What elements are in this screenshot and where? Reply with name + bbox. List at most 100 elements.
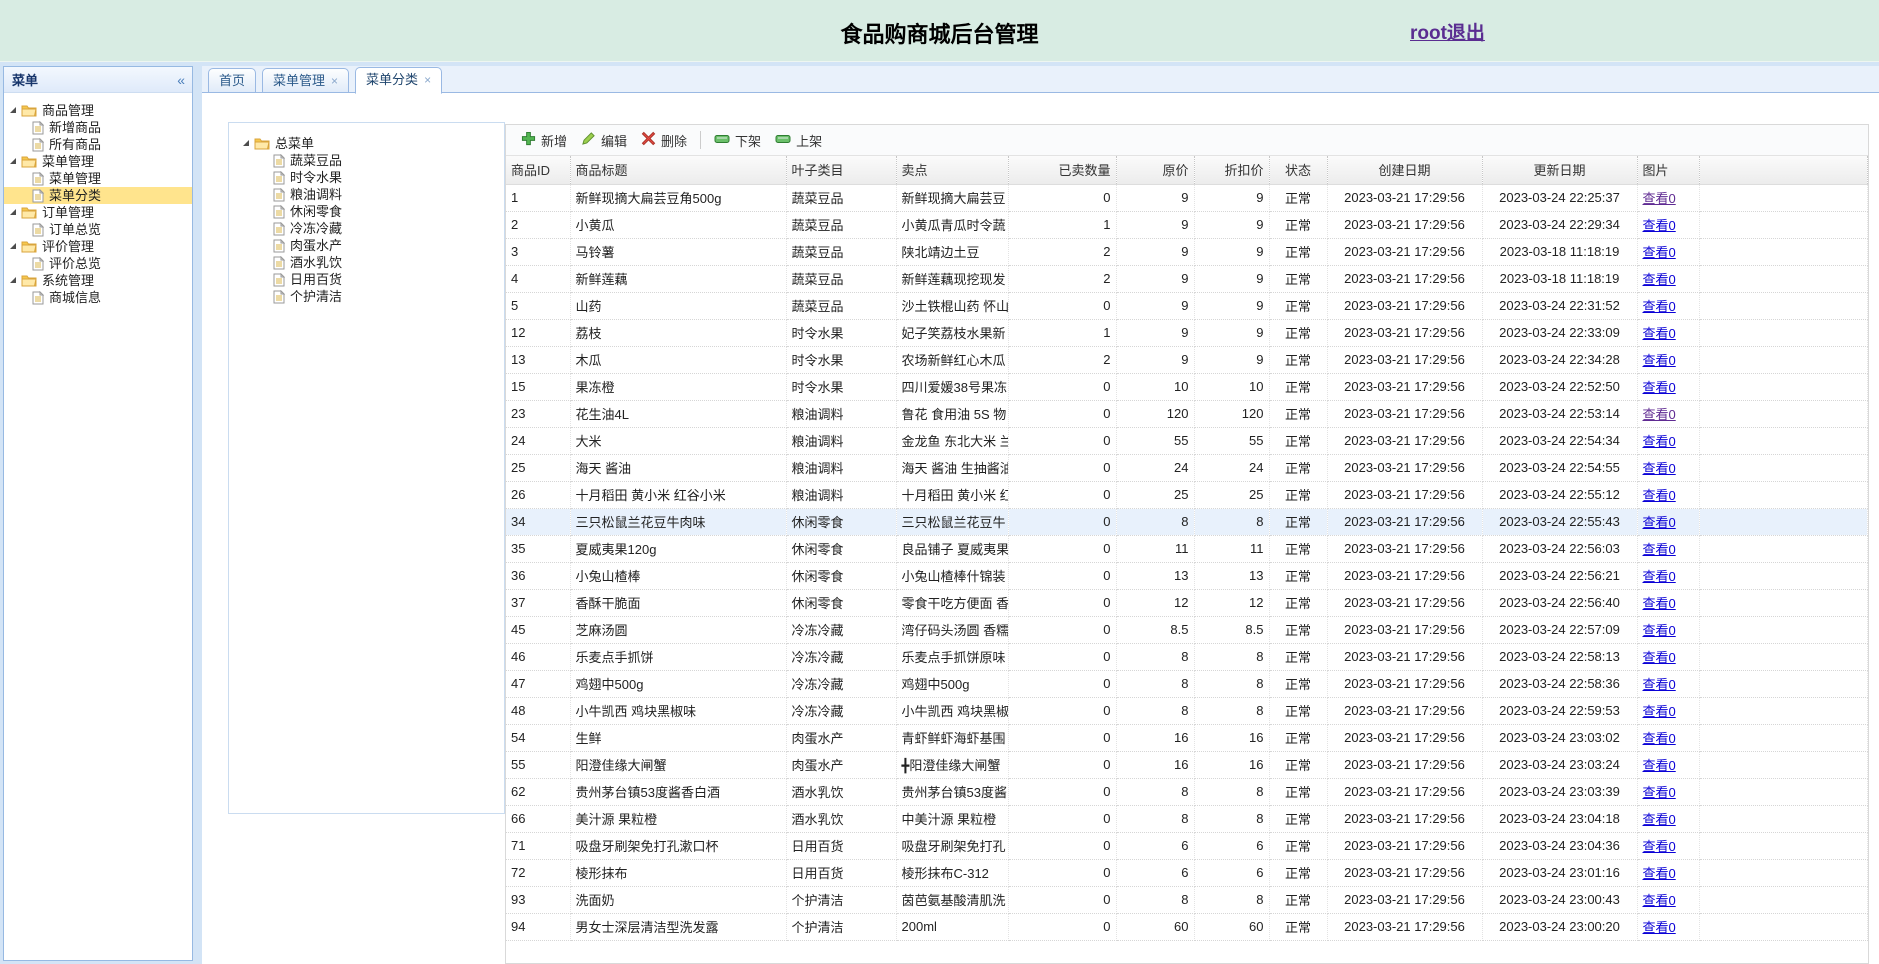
view-images-link[interactable]: 查看0 — [1643, 353, 1676, 368]
column-header-创建日期[interactable]: 创建日期 — [1327, 156, 1483, 185]
table-row[interactable]: 23 花生油4L 粮油调料 鲁花 食用油 5S 物 0 120 120 正常 2023-03-2… — [506, 400, 1868, 428]
table-row[interactable]: 66 美汁源 果粒橙 酒水乳饮 中美汁源 果粒橙 0 8 8 正常 2023-03-21 17:… — [506, 805, 1868, 833]
view-images-link[interactable]: 查看0 — [1643, 380, 1676, 395]
view-images-link[interactable]: 查看0 — [1643, 272, 1676, 287]
category-item-日用百货[interactable]: 日用百货 — [241, 271, 504, 288]
column-header-折扣价[interactable]: 折扣价 — [1194, 156, 1270, 185]
tab-菜单分类[interactable]: 菜单分类 × — [355, 67, 443, 94]
sidebar-folder-商品管理[interactable]: 商品管理 — [4, 102, 192, 119]
table-row[interactable]: 72 棱形抹布 日用百货 棱形抹布C-312 0 6 6 正常 2023-03-21 17:29… — [506, 859, 1868, 887]
table-row[interactable]: 45 芝麻汤圆 冷冻冷藏 湾仔码头汤圆 香糯 0 8.5 8.5 正常 2023-03-21 1… — [506, 616, 1868, 644]
column-header-原价[interactable]: 原价 — [1116, 156, 1195, 185]
view-images-link[interactable]: 查看0 — [1643, 893, 1676, 908]
category-item-粮油调料[interactable]: 粮油调料 — [241, 186, 504, 203]
view-images-link[interactable]: 查看0 — [1643, 812, 1676, 827]
view-images-link[interactable]: 查看0 — [1643, 515, 1676, 530]
view-images-link[interactable]: 查看0 — [1643, 677, 1676, 692]
table-row[interactable]: 34 三只松鼠兰花豆牛肉味 休闲零食 三只松鼠兰花豆牛 0 8 8 正常 2023-03-21 … — [506, 508, 1868, 536]
view-images-link[interactable]: 查看0 — [1643, 488, 1676, 503]
category-item-酒水乳饮[interactable]: 酒水乳饮 — [241, 254, 504, 271]
expand-arrow-icon[interactable] — [10, 106, 16, 113]
view-images-link[interactable]: 查看0 — [1643, 407, 1676, 422]
table-row[interactable]: 71 吸盘牙刷架免打孔漱口杯 日用百货 吸盘牙刷架免打孔 0 6 6 正常 2023-03-21… — [506, 832, 1868, 860]
expand-arrow-icon[interactable] — [10, 157, 16, 164]
sidebar-item-菜单分类[interactable]: 菜单分类 — [4, 187, 192, 204]
sidebar-folder-评价管理[interactable]: 评价管理 — [4, 238, 192, 255]
table-row[interactable]: 36 小兔山楂棒 休闲零食 小兔山楂棒什锦装 0 13 13 正常 2023-03-21 17:… — [506, 562, 1868, 590]
sidebar-item-评价总览[interactable]: 评价总览 — [4, 255, 192, 272]
category-item-冷冻冷藏[interactable]: 冷冻冷藏 — [241, 220, 504, 237]
tab-close-icon[interactable]: × — [424, 73, 431, 87]
table-row[interactable]: 12 荔枝 时令水果 妃子笑荔枝水果新 1 9 9 正常 2023-03-21 17:29:56… — [506, 319, 1868, 347]
sidebar-item-新增商品[interactable]: 新增商品 — [4, 119, 192, 136]
view-images-link[interactable]: 查看0 — [1643, 650, 1676, 665]
table-row[interactable]: 5 山药 蔬菜豆品 沙土铁棍山药 怀山 0 9 9 正常 2023-03-21 17:29:56… — [506, 292, 1868, 320]
column-header-图片[interactable]: 图片 — [1637, 156, 1700, 185]
view-images-link[interactable]: 查看0 — [1643, 731, 1676, 746]
table-row[interactable]: 4 新鲜莲藕 蔬菜豆品 新鲜莲藕现挖现发 2 9 9 正常 2023-03-21 17:29:5… — [506, 265, 1868, 293]
view-images-link[interactable]: 查看0 — [1643, 245, 1676, 260]
table-row[interactable]: 37 香酥干脆面 休闲零食 零食干吃方便面 香 0 12 12 正常 2023-03-21 17… — [506, 589, 1868, 617]
view-images-link[interactable]: 查看0 — [1643, 569, 1676, 584]
view-images-link[interactable]: 查看0 — [1643, 758, 1676, 773]
tab-首页[interactable]: 首页 — [208, 68, 257, 93]
sidebar-item-订单总览[interactable]: 订单总览 — [4, 221, 192, 238]
sidebar-item-所有商品[interactable]: 所有商品 — [4, 136, 192, 153]
view-images-link[interactable]: 查看0 — [1643, 596, 1676, 611]
table-row[interactable]: 24 大米 粮油调料 金龙鱼 东北大米 兰 0 55 55 正常 2023-03-21 17:2… — [506, 427, 1868, 455]
tab-close-icon[interactable]: × — [331, 74, 338, 88]
table-row[interactable]: 1 新鲜现摘大扁芸豆角500g 蔬菜豆品 新鲜现摘大扁芸豆 0 9 9 正常 2023-03-2… — [506, 184, 1868, 212]
view-images-link[interactable]: 查看0 — [1643, 461, 1676, 476]
logout-link[interactable]: root退出 — [1410, 18, 1485, 45]
add-button[interactable]: 新增 — [514, 128, 574, 153]
column-header-商品ID[interactable]: 商品ID — [506, 156, 571, 185]
view-images-link[interactable]: 查看0 — [1643, 704, 1676, 719]
on-button[interactable]: 上架 — [768, 128, 829, 153]
view-images-link[interactable]: 查看0 — [1643, 866, 1676, 881]
table-row[interactable]: 48 小牛凯西 鸡块黑椒味 冷冻冷藏 小牛凯西 鸡块黑椒 0 8 8 正常 2023-03-21… — [506, 697, 1868, 725]
category-item-个护清洁[interactable]: 个护清洁 — [241, 288, 504, 305]
view-images-link[interactable]: 查看0 — [1643, 434, 1676, 449]
edit-button[interactable]: 编辑 — [574, 128, 634, 153]
sidebar-item-菜单管理[interactable]: 菜单管理 — [4, 170, 192, 187]
view-images-link[interactable]: 查看0 — [1643, 326, 1676, 341]
category-item-休闲零食[interactable]: 休闲零食 — [241, 203, 504, 220]
view-images-link[interactable]: 查看0 — [1643, 218, 1676, 233]
expand-arrow-icon[interactable] — [10, 208, 16, 215]
view-images-link[interactable]: 查看0 — [1643, 920, 1676, 935]
category-item-肉蛋水产[interactable]: 肉蛋水产 — [241, 237, 504, 254]
column-header-已卖数量[interactable]: 已卖数量 — [1008, 156, 1117, 185]
table-row[interactable]: 13 木瓜 时令水果 农场新鲜红心木瓜 2 9 9 正常 2023-03-21 17:29:56… — [506, 346, 1868, 374]
table-row[interactable]: 35 夏威夷果120g 休闲零食 良品铺子 夏威夷果 0 11 11 正常 2023-03-21… — [506, 535, 1868, 563]
column-header-状态[interactable]: 状态 — [1269, 156, 1328, 185]
sidebar-folder-菜单管理[interactable]: 菜单管理 — [4, 153, 192, 170]
view-images-link[interactable]: 查看0 — [1643, 191, 1676, 206]
tab-菜单管理[interactable]: 菜单管理 × — [262, 68, 350, 93]
table-row[interactable]: 2 小黄瓜 蔬菜豆品 小黄瓜青瓜时令蔬 1 9 9 正常 2023-03-21 17:29:56… — [506, 211, 1868, 239]
table-row[interactable]: 25 海天 酱油 粮油调料 海天 酱油 生抽酱油 0 24 24 正常 2023-03-21 1… — [506, 454, 1868, 482]
table-row[interactable]: 93 洗面奶 个护清洁 茵芭氨基酸清肌洗 0 8 8 正常 2023-03-21 17:29:5… — [506, 886, 1868, 914]
table-row[interactable]: 15 果冻橙 时令水果 四川爱媛38号果冻 0 10 10 正常 2023-03-21 17:2… — [506, 373, 1868, 401]
view-images-link[interactable]: 查看0 — [1643, 623, 1676, 638]
expand-arrow-icon[interactable] — [10, 242, 16, 249]
category-item-蔬菜豆品[interactable]: 蔬菜豆品 — [241, 152, 504, 169]
view-images-link[interactable]: 查看0 — [1643, 299, 1676, 314]
column-header-叶子类目[interactable]: 叶子类目 — [786, 156, 897, 185]
expand-arrow-icon[interactable] — [243, 139, 249, 146]
category-item-时令水果[interactable]: 时令水果 — [241, 169, 504, 186]
view-images-link[interactable]: 查看0 — [1643, 839, 1676, 854]
sidebar-item-商城信息[interactable]: 商城信息 — [4, 289, 192, 306]
table-row[interactable]: 54 生鲜 肉蛋水产 青虾鲜虾海虾基围 0 16 16 正常 2023-03-21 17:29:… — [506, 724, 1868, 752]
category-root-node[interactable]: 总菜单 — [241, 135, 504, 152]
table-row[interactable]: 47 鸡翅中500g 冷冻冷藏 鸡翅中500g 0 8 8 正常 2023-03-21 17:2… — [506, 670, 1868, 698]
off-button[interactable]: 下架 — [707, 128, 768, 153]
table-row[interactable]: 62 贵州茅台镇53度酱香白酒 酒水乳饮 贵州茅台镇53度酱 0 8 8 正常 2023-03-… — [506, 778, 1868, 806]
column-header-卖点[interactable]: 卖点 — [896, 156, 1009, 185]
view-images-link[interactable]: 查看0 — [1643, 785, 1676, 800]
sidebar-folder-订单管理[interactable]: 订单管理 — [4, 204, 192, 221]
table-row[interactable]: 3 马铃薯 蔬菜豆品 陕北靖边土豆 2 9 9 正常 2023-03-21 17:29:56 20… — [506, 238, 1868, 266]
column-header-更新日期[interactable]: 更新日期 — [1482, 156, 1638, 185]
table-row[interactable]: 55 阳澄佳缘大闸蟹 肉蛋水产 ╋阳澄佳缘大闸蟹 0 16 16 正常 2023-03-21 1… — [506, 751, 1868, 779]
delete-button[interactable]: 删除 — [634, 128, 694, 153]
table-row[interactable]: 26 十月稻田 黄小米 红谷小米 粮油调料 十月稻田 黄小米 红 0 25 25 正常 2023… — [506, 481, 1868, 509]
